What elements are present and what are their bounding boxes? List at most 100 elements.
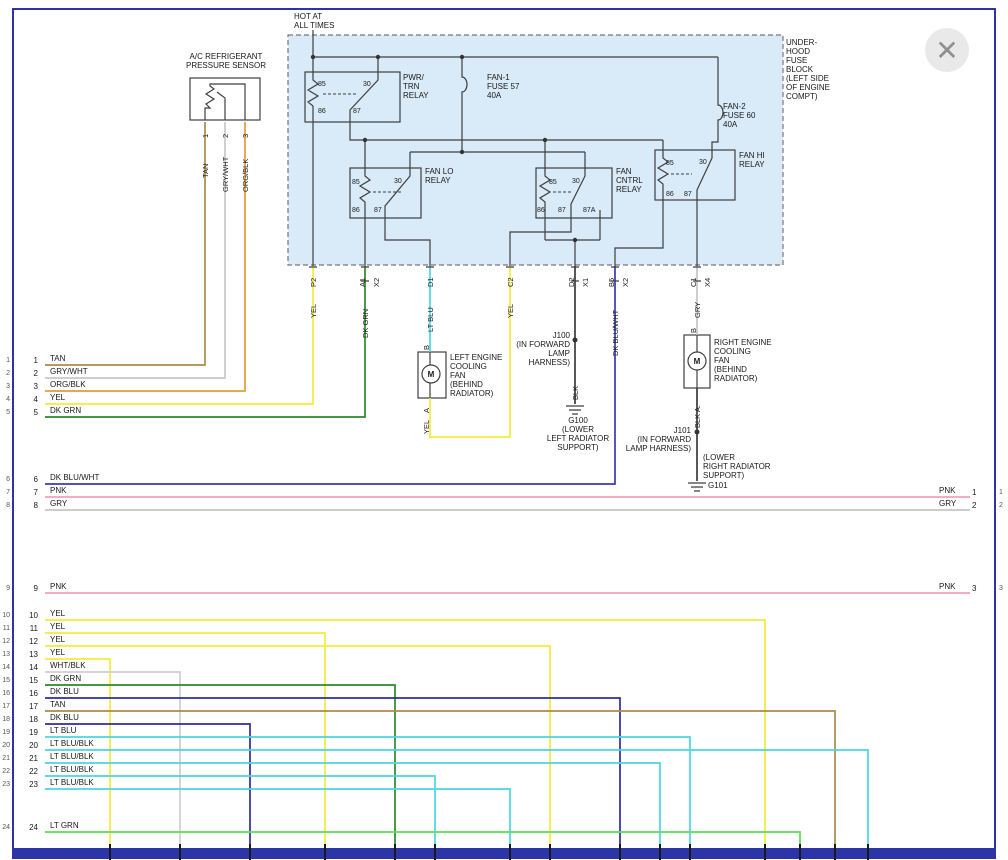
- rotated-label: B: [689, 328, 698, 333]
- rotated-label: 2: [221, 134, 230, 138]
- right-fan-label: RIGHT ENGINE COOLING FAN (BEHIND RADIATO…: [714, 338, 772, 383]
- row-num-outer-24: 24: [0, 823, 10, 832]
- wire-row10-yel: [45, 620, 765, 849]
- row-label-22: LT BLU/BLK: [50, 765, 94, 774]
- close-button[interactable]: ✕: [925, 28, 969, 72]
- row-num-outer-8: 8: [0, 501, 10, 510]
- rotated-label: TAN: [201, 164, 210, 178]
- row-num-outer-6: 6: [0, 475, 10, 484]
- rotated-label: DK GRN: [361, 309, 370, 338]
- relay-pin-label: 85: [666, 160, 674, 167]
- rotated-label: YEL: [309, 304, 318, 318]
- wire-row1-tan: [45, 122, 205, 365]
- wire-row17-tan: [45, 711, 835, 849]
- row-num-outer-9: 9: [0, 584, 10, 593]
- row-num-12: 12: [22, 637, 38, 646]
- row-label-right-2: GRY: [939, 499, 956, 508]
- rotated-label: B5: [607, 278, 616, 287]
- row-num-11: 11: [22, 624, 38, 633]
- row-label-18: DK BLU: [50, 713, 79, 722]
- rotated-label: X4: [703, 278, 712, 287]
- fan1-fuse-label: FAN-1 FUSE 57 40A: [487, 73, 519, 100]
- row-num-outer-23: 23: [0, 780, 10, 789]
- relay-pin-label: 86: [666, 191, 674, 198]
- row-num-3: 3: [22, 382, 38, 391]
- row-num-14: 14: [22, 663, 38, 672]
- row-label-24: LT GRN: [50, 821, 79, 830]
- ac-pressure-sensor-label: A/C REFRIGERANT PRESSURE SENSOR: [182, 52, 270, 70]
- relay-pin-label: 87: [558, 207, 566, 214]
- fan-lo-relay-label: FAN LO RELAY: [425, 167, 453, 185]
- row-num-outer-16: 16: [0, 689, 10, 698]
- rotated-label: 1: [201, 134, 210, 138]
- relay-pin-label: 87: [353, 108, 361, 115]
- row-label-9: PNK: [50, 582, 66, 591]
- relay-pin-label: 86: [352, 207, 360, 214]
- row-num-8: 8: [22, 501, 38, 510]
- row-label-23: LT BLU/BLK: [50, 778, 94, 787]
- row-num-outer-22: 22: [0, 767, 10, 776]
- relay-pin-label: 87A: [583, 207, 596, 214]
- pwr-trn-relay-label: PWR/ TRN RELAY: [403, 73, 429, 100]
- relay-pin-label: 85: [549, 179, 557, 186]
- close-icon: ✕: [935, 34, 958, 67]
- hot-at-all-times-label: HOT AT ALL TIMES: [294, 12, 334, 30]
- relay-pin-label: 87: [684, 191, 692, 198]
- row-num-outer-11: 11: [0, 624, 10, 633]
- wire-row22-lt-blu-blk: [45, 776, 435, 849]
- row-num-17: 17: [22, 702, 38, 711]
- rotated-label: YEL: [506, 304, 515, 318]
- row-num-outer-7: 7: [0, 488, 10, 497]
- row-label-21: LT BLU/BLK: [50, 752, 94, 761]
- row-label-20: LT BLU/BLK: [50, 739, 94, 748]
- rotated-label: GRY: [693, 302, 702, 318]
- row-num-9: 9: [22, 584, 38, 593]
- wire-row20-lt-blu-blk: [45, 750, 868, 849]
- underhood-fuse-block-label: UNDER- HOOD FUSE BLOCK (LEFT SIDE OF ENG…: [786, 38, 830, 101]
- row-label-right-3: PNK: [939, 582, 955, 591]
- left-fan-motor-letter: M: [428, 370, 435, 379]
- row-label-10: YEL: [50, 609, 65, 618]
- row-label-3: ORG/BLK: [50, 380, 86, 389]
- row-num-outer-2: 2: [0, 369, 10, 378]
- relay-pin-label: 30: [699, 159, 707, 166]
- wire-row6-dk-blu-wht: [45, 266, 615, 484]
- row-num-outer-3: 3: [0, 382, 10, 391]
- row-num-right-outer-1: 1: [999, 488, 1008, 497]
- rotated-label: X2: [372, 278, 381, 287]
- rotated-label: X2: [621, 278, 630, 287]
- row-num-outer-14: 14: [0, 663, 10, 672]
- g101-location-label: (LOWER RIGHT RADIATOR SUPPORT): [703, 453, 771, 480]
- rotated-label: D2: [567, 277, 576, 287]
- row-num-16: 16: [22, 689, 38, 698]
- relay-pin-label: 30: [363, 81, 371, 88]
- row-label-7: PNK: [50, 486, 66, 495]
- row-num-19: 19: [22, 728, 38, 737]
- wire-row12-yel: [45, 646, 550, 849]
- row-num-7: 7: [22, 488, 38, 497]
- row-label-17: TAN: [50, 700, 65, 709]
- row-num-right-3: 3: [972, 584, 986, 593]
- row-label-14: WHT/BLK: [50, 661, 86, 670]
- rotated-label: P2: [309, 278, 318, 287]
- rotated-label: YEL: [422, 420, 431, 434]
- row-label-2: GRY/WHT: [50, 367, 88, 376]
- row-num-1: 1: [22, 356, 38, 365]
- row-num-right-outer-3: 3: [999, 584, 1008, 593]
- rotated-label: B: [422, 345, 431, 350]
- row-label-1: TAN: [50, 354, 65, 363]
- row-num-4: 4: [22, 395, 38, 404]
- wiring-svg: M M 123TANGRY/WHTORG/BLKP2YELA1X2DK GRND…: [0, 0, 1008, 860]
- relay-pin-label: 86: [318, 108, 326, 115]
- wire-row2-gry-wht: [45, 122, 225, 378]
- rotated-label: A1: [358, 278, 367, 287]
- row-num-outer-20: 20: [0, 741, 10, 750]
- wiring-diagram-viewer: M M 123TANGRY/WHTORG/BLKP2YELA1X2DK GRND…: [0, 0, 1008, 860]
- row-num-18: 18: [22, 715, 38, 724]
- row-num-outer-4: 4: [0, 395, 10, 404]
- row-num-10: 10: [22, 611, 38, 620]
- row-num-21: 21: [22, 754, 38, 763]
- row-num-6: 6: [22, 475, 38, 484]
- relay-pin-label: 85: [352, 179, 360, 186]
- relay-pin-label: 86: [537, 207, 545, 214]
